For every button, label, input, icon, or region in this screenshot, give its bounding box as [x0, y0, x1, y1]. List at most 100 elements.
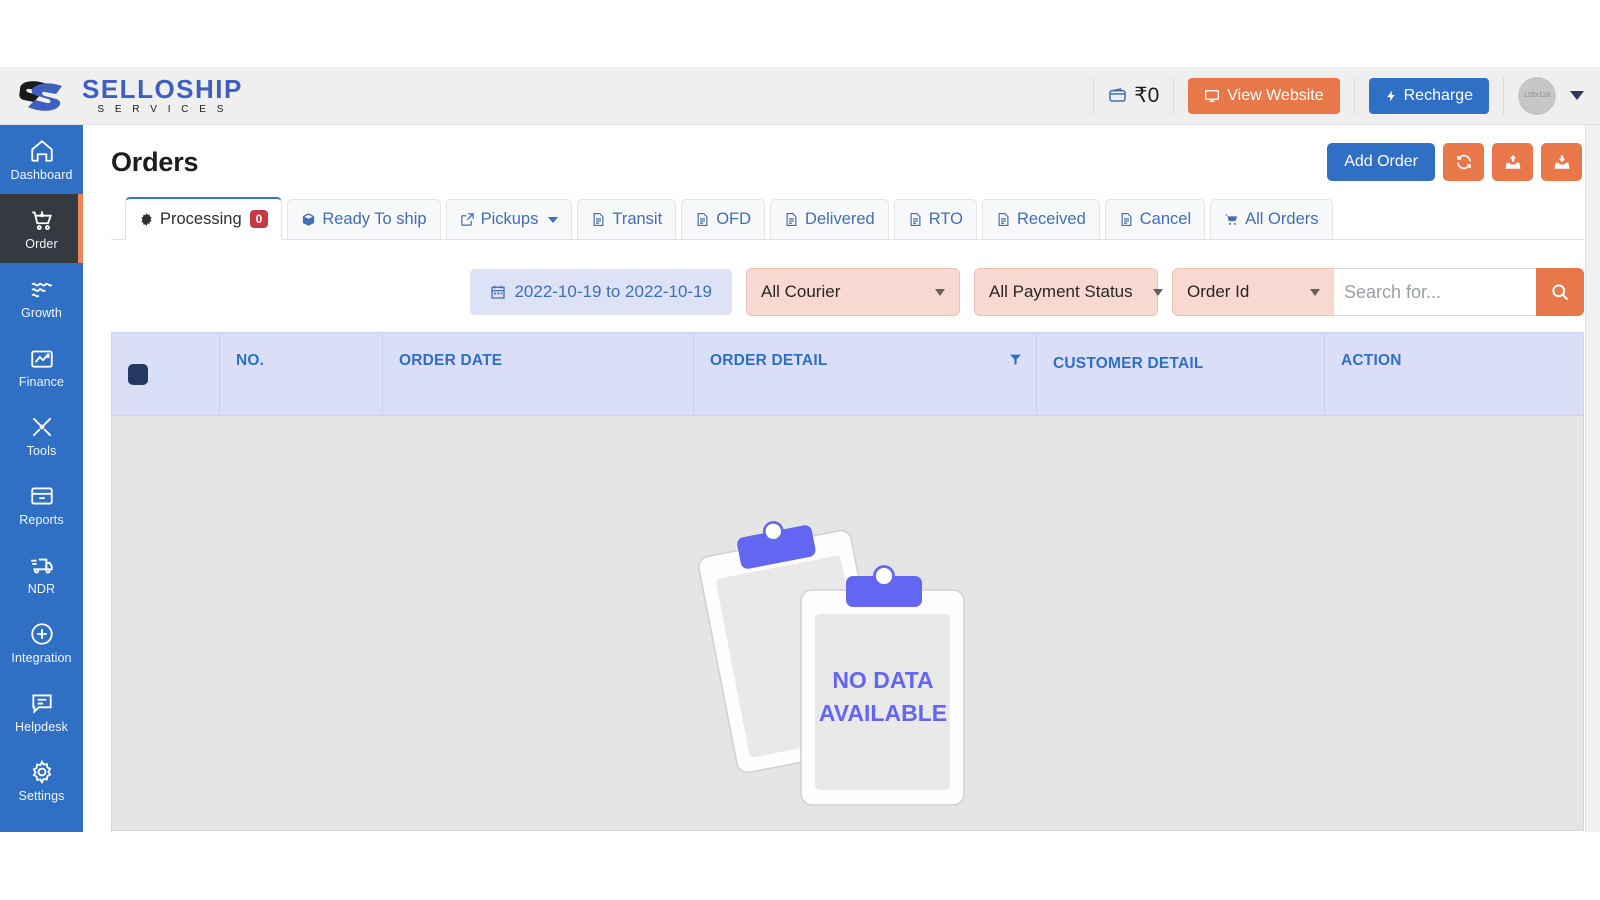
courier-select[interactable]: All Courier — [746, 268, 960, 316]
date-range-label: 2022-10-19 to 2022-10-19 — [514, 282, 712, 301]
sidebar-item-settings[interactable]: Settings — [0, 746, 83, 815]
sidebar-item-growth[interactable]: Growth — [0, 263, 83, 332]
tab-pickups[interactable]: Pickups — [445, 199, 573, 239]
sidebar-item-ndr[interactable]: NDR — [0, 539, 83, 608]
tab-label: Transit — [612, 210, 663, 228]
sidebar-item-label: Helpdesk — [15, 719, 68, 734]
calendar-icon — [491, 285, 506, 299]
page-scrollbar[interactable] — [1585, 125, 1600, 832]
search-field-select[interactable]: Order Id — [1172, 268, 1334, 316]
tab-label: Pickups — [480, 210, 539, 228]
wallet-amount: ₹0 — [1134, 84, 1160, 107]
tab-transit[interactable]: Transit — [577, 199, 677, 239]
search-input[interactable] — [1334, 268, 1536, 316]
th-customer-detail: CUSTOMER DETAIL — [1037, 333, 1325, 415]
document-icon — [998, 212, 1009, 227]
document-icon — [697, 212, 708, 227]
chevron-down-icon[interactable] — [548, 216, 559, 223]
tab-rto[interactable]: RTO — [893, 199, 977, 239]
cart-icon — [1225, 214, 1238, 225]
view-website-label: View Website — [1227, 86, 1324, 104]
finance-icon — [30, 350, 53, 368]
tab-ready-to-ship[interactable]: Ready To ship — [287, 199, 441, 239]
selloship-mark-icon — [19, 80, 62, 111]
gear-icon — [32, 759, 51, 784]
tab-label: Ready To ship — [322, 210, 427, 228]
tab-label: Delivered — [805, 210, 875, 228]
chevron-down-icon — [1152, 288, 1163, 296]
funnel-icon[interactable] — [1009, 353, 1022, 366]
tab-badge: 0 — [249, 210, 269, 228]
sidebar-item-order[interactable]: Order — [0, 194, 83, 263]
tab-label: All Orders — [1245, 210, 1319, 228]
wallet-balance[interactable]: ₹0 — [1093, 76, 1173, 115]
refresh-icon — [1456, 154, 1471, 170]
tab-ofd[interactable]: OFD — [681, 199, 766, 239]
page-header: Orders Add Order — [111, 125, 1584, 187]
tab-received[interactable]: Received — [981, 199, 1100, 239]
payment-status-select[interactable]: All Payment Status — [974, 268, 1163, 316]
sidebar-item-dashboard[interactable]: Dashboard — [0, 125, 83, 194]
search-group: Order Id — [1172, 268, 1584, 316]
tab-delivered[interactable]: Delivered — [770, 199, 889, 239]
sidebar-item-label: Integration — [11, 650, 72, 665]
chevron-down-icon — [935, 288, 945, 296]
table-body: NO DATA AVAILABLE — [111, 416, 1584, 831]
th-no: NO. — [220, 333, 383, 415]
recharge-button[interactable]: Recharge — [1368, 77, 1489, 114]
caret-down-icon[interactable] — [1570, 91, 1584, 100]
sidebar: Dashboard Order Growth Finance Tools Rep… — [0, 125, 83, 832]
th-action: ACTION — [1341, 352, 1402, 369]
brand-logo[interactable]: SELLOSHIP S E R V I C E S — [0, 76, 243, 115]
main-content: Orders Add Order Processing 0 Ready To s… — [83, 125, 1600, 832]
tab-label: Received — [1016, 210, 1086, 228]
orders-panel: 2022-10-19 to 2022-10-19 All Courier All… — [111, 240, 1584, 831]
refresh-button[interactable] — [1443, 143, 1484, 181]
sidebar-item-integration[interactable]: Integration — [0, 608, 83, 677]
clipboard-empty-icon: NO DATA AVAILABLE — [697, 521, 965, 806]
payment-status-value: All Payment Status — [989, 282, 1133, 301]
sidebar-item-tools[interactable]: Tools — [0, 401, 83, 470]
brand-name: SELLOSHIP — [82, 74, 243, 104]
tab-label: RTO — [928, 210, 963, 228]
select-all-checkbox[interactable] — [128, 363, 148, 385]
document-icon — [786, 212, 797, 227]
search-field-value: Order Id — [1187, 282, 1250, 301]
document-icon — [910, 212, 921, 227]
tools-icon — [32, 417, 51, 437]
tab-processing[interactable]: Processing 0 — [125, 197, 283, 240]
upload-button[interactable] — [1492, 143, 1533, 181]
user-menu[interactable]: 128x128 — [1503, 76, 1600, 115]
filter-bar: 2022-10-19 to 2022-10-19 All Courier All… — [111, 254, 1584, 332]
document-icon — [593, 212, 604, 227]
date-range-picker[interactable]: 2022-10-19 to 2022-10-19 — [470, 269, 732, 315]
tab-all-orders[interactable]: All Orders — [1210, 199, 1333, 239]
add-order-button[interactable]: Add Order — [1327, 143, 1435, 181]
view-website-button[interactable]: View Website — [1188, 77, 1340, 114]
top-bar: SELLOSHIP S E R V I C E S ₹0 View Websit… — [0, 67, 1600, 125]
wallet-icon — [1109, 88, 1127, 102]
tab-label: Processing — [160, 209, 242, 228]
chat-icon — [31, 694, 52, 714]
sidebar-item-finance[interactable]: Finance — [0, 332, 83, 401]
sidebar-item-helpdesk[interactable]: Helpdesk — [0, 677, 83, 746]
avatar[interactable]: 128x128 — [1518, 76, 1556, 115]
search-button[interactable] — [1536, 268, 1584, 316]
sidebar-item-label: Reports — [19, 512, 64, 527]
orders-table: NO. ORDER DATE ORDER DETAIL CUSTOMER DET… — [111, 332, 1584, 831]
download-icon — [1554, 155, 1569, 169]
courier-select-value: All Courier — [761, 282, 841, 301]
tab-cancel[interactable]: Cancel — [1104, 199, 1206, 239]
th-order-detail: ORDER DETAIL — [694, 333, 1037, 415]
empty-text-line1: NO DATA — [832, 667, 933, 693]
empty-state: NO DATA AVAILABLE — [697, 508, 998, 808]
chevron-down-icon — [1310, 288, 1320, 296]
recharge-label: Recharge — [1403, 86, 1473, 104]
sidebar-item-label: Finance — [18, 374, 65, 389]
sidebar-item-reports[interactable]: Reports — [0, 470, 83, 539]
monitor-icon — [1205, 89, 1220, 102]
download-button[interactable] — [1541, 143, 1582, 181]
brand-tagline: S E R V I C E S — [97, 104, 228, 115]
bolt-icon — [1386, 90, 1395, 101]
cart-icon — [31, 211, 52, 230]
